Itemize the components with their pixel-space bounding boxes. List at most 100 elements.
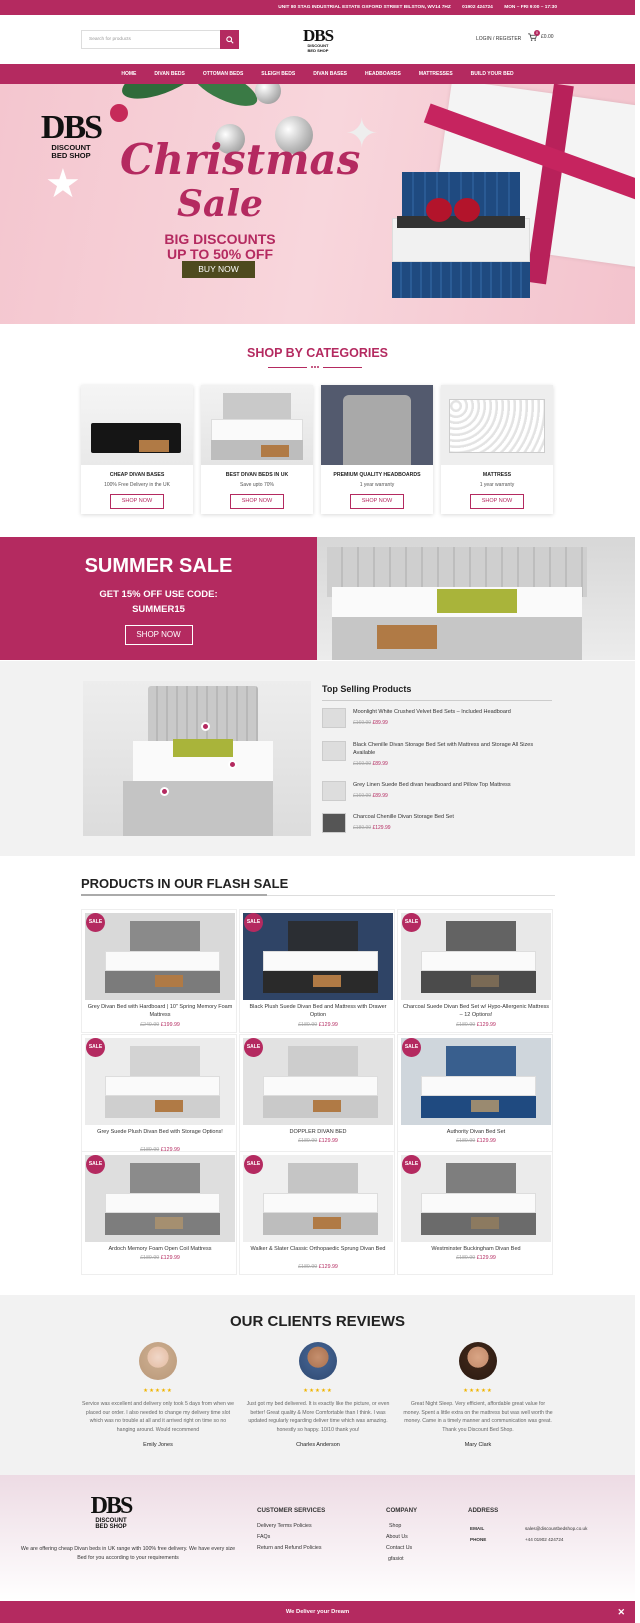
product-card[interactable]: SALE Westminster Buckingham Divan Bed £189… <box>397 1151 553 1275</box>
summer-shop-now-button[interactable]: SHOP NOW <box>124 625 193 645</box>
product-thumbnail[interactable] <box>322 741 346 761</box>
product-thumbnail[interactable] <box>322 781 346 801</box>
nav-divan-bases[interactable]: DIVAN BASES <box>313 71 347 77</box>
product-image[interactable] <box>85 1038 235 1125</box>
sale-badge: SALE <box>86 1155 105 1174</box>
close-icon[interactable]: ✕ <box>617 1601 625 1623</box>
product-thumbnail[interactable] <box>322 813 346 833</box>
footer-link-gfasiot[interactable]: gfasiot <box>388 1556 404 1562</box>
nav-sleigh-beds[interactable]: SLEIGH BEDS <box>261 71 295 77</box>
summer-sale-title: SUMMER SALE <box>84 555 233 577</box>
ornament-ball <box>255 84 281 104</box>
product-card[interactable]: SALE Charcoal Suede Divan Bed Set w/ Hypo… <box>397 909 553 1033</box>
reviews-title: OUR CLIENTS REVIEWS <box>229 1313 405 1330</box>
hero-subtitle: BIG DISCOUNTS UP TO 50% OFF <box>150 232 290 262</box>
new-price: £199.99 <box>160 1022 180 1028</box>
nav-ottoman-beds[interactable]: OTTOMAN BEDS <box>203 71 243 77</box>
hero-title-line1: Christmas <box>120 135 361 184</box>
rating-stars: ★★★★★ <box>143 1388 173 1394</box>
product-card[interactable]: SALE DOPPLER DIVAN BED £189.99 £129.99 <box>239 1034 395 1158</box>
product-name[interactable]: Black Plush Suede Divan Bed and Mattress… <box>243 1003 393 1019</box>
old-price: £169.99 <box>353 761 372 767</box>
footer-logo[interactable]: DBS DISCOUNT BED SHOP <box>81 1494 141 1530</box>
hero-logo: DBS DISCOUNT BED SHOP <box>33 109 109 160</box>
new-price: £129.99 <box>372 825 391 831</box>
footer-link-contact-us[interactable]: Contact Us <box>386 1545 412 1551</box>
footer-link-delivery-terms[interactable]: Delivery Terms Policies <box>257 1523 312 1529</box>
product-name[interactable]: Charcoal Suede Divan Bed Set w/ Hypo-All… <box>401 1003 551 1019</box>
hero-banner[interactable]: ★ ✦ DBS DISCOUNT BED SHOP Christmas Sale… <box>0 84 635 324</box>
footer-link-shop[interactable]: Shop <box>389 1523 401 1529</box>
shop-now-button[interactable]: SHOP NOW <box>230 494 284 509</box>
nav-headboards[interactable]: HEADBOARDS <box>365 71 401 77</box>
hotspot-marker[interactable] <box>228 760 237 769</box>
product-name[interactable]: Authority Divan Bed Set <box>401 1128 551 1136</box>
category-image <box>321 385 433 465</box>
product-image[interactable] <box>401 1038 551 1125</box>
old-price: £169.99 <box>353 793 372 799</box>
product-name[interactable]: DOPPLER DIVAN BED <box>243 1128 393 1136</box>
footer-email[interactable]: sales@discountbedshop.co.uk <box>525 1526 587 1531</box>
search-button[interactable] <box>220 30 239 49</box>
product-name[interactable]: Grey Suede Plush Divan Bed with Storage … <box>85 1128 235 1136</box>
shop-now-button[interactable]: SHOP NOW <box>110 494 164 509</box>
product-card[interactable]: SALE Walker & Slater Classic Orthopaedic … <box>239 1151 395 1275</box>
product-image[interactable] <box>243 913 393 1000</box>
new-price: £89.99 <box>372 720 388 726</box>
product-name[interactable]: Charcoal Chenille Divan Storage Bed Set <box>353 813 548 821</box>
category-card[interactable]: CHEAP DIVAN BASES 100% Free Delivery in … <box>81 385 193 514</box>
category-card[interactable]: MATTRESS 1 year warranty SHOP NOW <box>441 385 553 514</box>
login-register-link[interactable]: LOGIN / REGISTER <box>476 36 521 42</box>
top-selling-item[interactable]: Black Chenille Divan Storage Bed Set wit… <box>322 741 552 771</box>
sale-badge: SALE <box>86 913 105 932</box>
product-image[interactable] <box>85 1155 235 1242</box>
product-image[interactable] <box>243 1038 393 1125</box>
product-card[interactable]: SALE Grey Divan Bed with Hardboard | 10" … <box>81 909 237 1033</box>
product-name[interactable]: Ardoch Memory Foam Open Coil Mattress <box>85 1245 235 1253</box>
footer-link-faqs[interactable]: FAQs <box>257 1534 270 1540</box>
cart-button[interactable]: 0 £0.00 <box>528 30 554 41</box>
product-image[interactable] <box>401 913 551 1000</box>
product-name[interactable]: Moonlight White Crushed Velvet Bed Sets … <box>353 708 548 716</box>
nav-mattresses[interactable]: MATTRESSES <box>419 71 453 77</box>
top-selling-item[interactable]: Charcoal Chenille Divan Storage Bed Set … <box>322 813 552 843</box>
product-name[interactable]: Walker & Slater Classic Orthopaedic Spru… <box>243 1245 393 1253</box>
product-image[interactable] <box>401 1155 551 1242</box>
hero-buy-now-button[interactable]: BUY NOW <box>182 261 255 278</box>
product-name[interactable]: Westminster Buckingham Divan Bed <box>401 1245 551 1253</box>
footer-link-about-us[interactable]: About Us <box>386 1534 408 1540</box>
product-thumbnail[interactable] <box>322 708 346 728</box>
product-name[interactable]: Black Chenille Divan Storage Bed Set wit… <box>353 741 548 757</box>
category-card[interactable]: BEST DIVAN BEDS IN UK Save upto 70% SHOP… <box>201 385 313 514</box>
product-card[interactable]: SALE Grey Suede Plush Divan Bed with Stor… <box>81 1034 237 1158</box>
pine-branch <box>187 84 263 114</box>
nav-home[interactable]: HOME <box>121 71 136 77</box>
hotspot-marker[interactable] <box>160 787 169 796</box>
pine-branch <box>117 84 203 107</box>
product-card[interactable]: SALE Authority Divan Bed Set £189.99 £129.… <box>397 1034 553 1158</box>
top-selling-item[interactable]: Grey Linen Suede Bed divan headboard and… <box>322 781 552 811</box>
hero-logo-text: DBS <box>40 109 103 146</box>
product-card[interactable]: SALE Ardoch Memory Foam Open Coil Mattres… <box>81 1151 237 1275</box>
store-phone[interactable]: 01902 424724 <box>462 5 493 10</box>
shop-now-button[interactable]: SHOP NOW <box>470 494 524 509</box>
footer-link-return-refund[interactable]: Return and Refund Policies <box>257 1545 321 1551</box>
nav-build-your-bed[interactable]: BUILD YOUR BED <box>471 71 514 77</box>
site-logo[interactable]: DBS DISCOUNT BED SHOP <box>298 27 338 53</box>
category-name: PREMIUM QUALITY HEADBOARDS <box>333 472 421 478</box>
footer-phone[interactable]: +44 01902 424724 <box>525 1537 563 1542</box>
product-image[interactable] <box>85 913 235 1000</box>
product-name[interactable]: Grey Divan Bed with Hardboard | 10" Spri… <box>85 1003 235 1019</box>
top-selling-item[interactable]: Moonlight White Crushed Velvet Bed Sets … <box>322 708 552 738</box>
search-input[interactable]: Search for products <box>81 30 239 49</box>
product-name[interactable]: Grey Linen Suede Bed divan headboard and… <box>353 781 548 789</box>
footer-heading-address: ADDRESS <box>468 1507 499 1514</box>
nav-divan-beds[interactable]: DIVAN BEDS <box>154 71 184 77</box>
product-image[interactable] <box>243 1155 393 1242</box>
product-card[interactable]: SALE Black Plush Suede Divan Bed and Matt… <box>239 909 395 1033</box>
shop-now-button[interactable]: SHOP NOW <box>350 494 404 509</box>
new-price: £129.99 <box>318 1022 338 1028</box>
category-card[interactable]: PREMIUM QUALITY HEADBOARDS 1 year warran… <box>321 385 433 514</box>
top-selling-feature-image <box>83 681 311 836</box>
hotspot-marker[interactable] <box>201 722 210 731</box>
